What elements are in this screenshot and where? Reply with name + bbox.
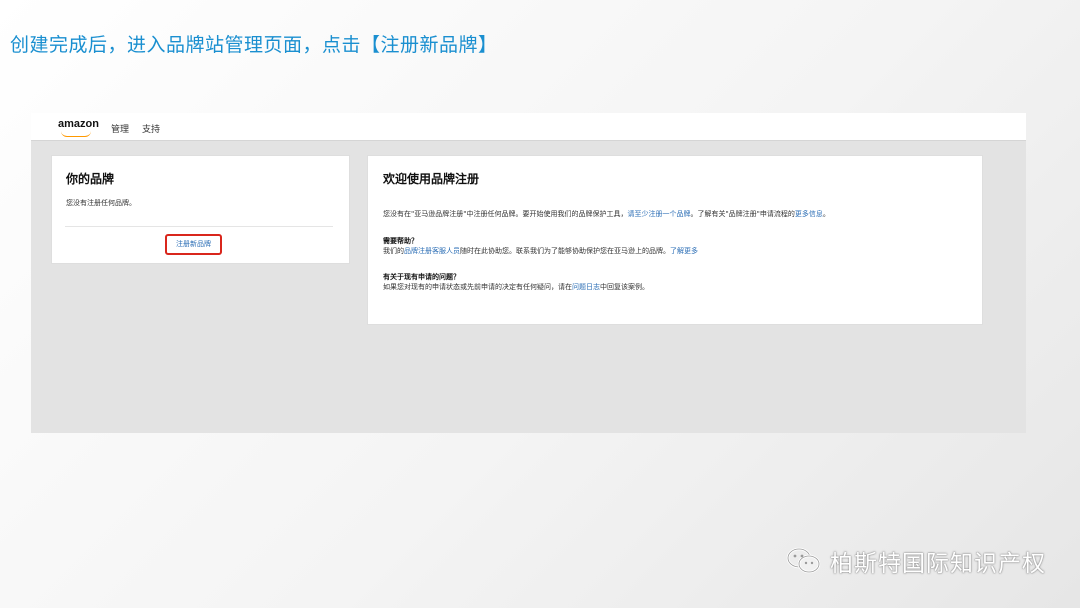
help-mid-text: 随时在此协助您。联系我们为了能够协助保护您在亚马逊上的品牌。 [460, 247, 670, 255]
watermark: 柏斯特国际知识产权 [786, 544, 1046, 578]
brand-registry-screenshot: amazon 管理 支持 你的品牌 您没有注册任何品牌。 注册新品牌 欢迎使用品… [31, 113, 1026, 433]
learn-more-link[interactable]: 了解更多 [670, 247, 698, 255]
help-pre-text: 我们的 [383, 247, 404, 255]
brand-registry-support-link[interactable]: 品牌注册客服人员 [404, 247, 460, 255]
case-log-link[interactable]: 问题日志 [572, 283, 600, 291]
wechat-icon [786, 546, 822, 576]
no-brands-text: 您没有注册任何品牌。 [66, 199, 136, 207]
question-title: 有关于现有申请的问题？ [383, 273, 460, 281]
question-paragraph: 如果您对现有的申请状态或先前申请的决定有任何疑问，请在问题日志中回复该案例。 [383, 282, 649, 292]
your-brands-card: 你的品牌 您没有注册任何品牌。 注册新品牌 [51, 155, 350, 264]
amazon-smile-icon [61, 131, 91, 137]
card-divider [65, 226, 333, 227]
top-navigation-bar: amazon 管理 支持 [31, 113, 1026, 141]
welcome-card: 欢迎使用品牌注册 您没有在"亚马逊品牌注册"中注册任何品牌。要开始使用我们的品牌… [367, 155, 983, 325]
intro-mid-text: 。了解有关"品牌注册"申请流程的 [690, 210, 795, 218]
register-at-least-one-link[interactable]: 请至少注册一个品牌 [627, 210, 690, 218]
help-title: 需要帮助？ [383, 237, 418, 245]
question-end-text: 中回复该案例。 [600, 283, 649, 291]
more-info-link[interactable]: 更多信息 [795, 210, 823, 218]
watermark-text: 柏斯特国际知识产权 [830, 551, 1046, 577]
intro-text: 您没有在"亚马逊品牌注册"中注册任何品牌。要开始使用我们的品牌保护工具， [383, 210, 628, 218]
welcome-heading: 欢迎使用品牌注册 [383, 172, 480, 186]
intro-end-text: 。 [822, 210, 830, 218]
question-pre-text: 如果您对现有的申请状态或先前申请的决定有任何疑问，请在 [383, 283, 572, 291]
help-paragraph: 我们的品牌注册客服人员随时在此协助您。联系我们为了能够协助保护您在亚马逊上的品牌… [383, 246, 698, 256]
register-new-brand-link[interactable]: 注册新品牌 [165, 234, 222, 255]
amazon-logo[interactable]: amazon [58, 118, 99, 130]
nav-manage[interactable]: 管理 [111, 122, 129, 135]
slide-instruction-title: 创建完成后，进入品牌站管理页面，点击【注册新品牌】 [10, 34, 498, 56]
your-brands-heading: 你的品牌 [66, 172, 115, 186]
intro-paragraph: 您没有在"亚马逊品牌注册"中注册任何品牌。要开始使用我们的品牌保护工具，请至少注… [383, 209, 830, 219]
nav-support[interactable]: 支持 [142, 122, 160, 135]
